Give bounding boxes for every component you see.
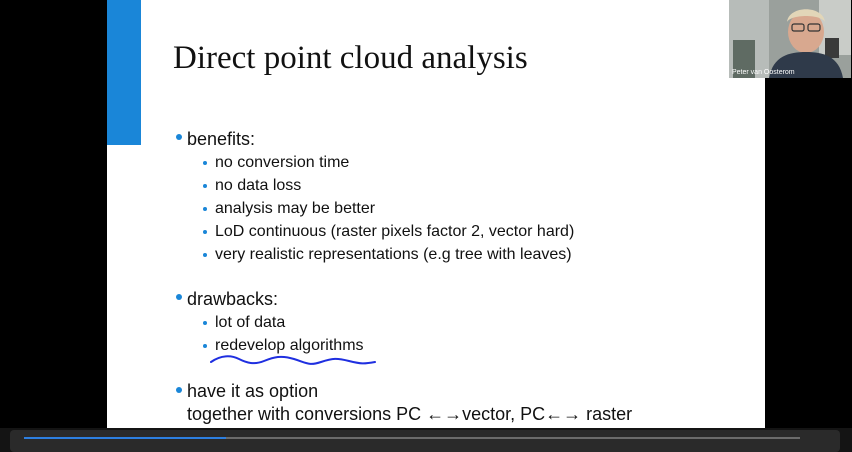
slide-accent-bar (107, 0, 141, 145)
playback-progress-track[interactable] (24, 437, 800, 439)
section-benefits-label: benefits: (187, 129, 256, 149)
benefit-item: no data loss (215, 177, 302, 194)
playback-progress-fill (24, 437, 226, 439)
sub-bullet-dot (203, 184, 207, 188)
bullet-dot (176, 134, 182, 140)
slide-title: Direct point cloud analysis (173, 40, 528, 76)
presentation-slide: Direct point cloud analysis benefits: no… (107, 0, 765, 428)
pen-annotation-underline (210, 355, 376, 365)
sub-bullet-dot (203, 207, 207, 211)
section-option-label: have it as option (187, 381, 319, 401)
bullet-dot (176, 294, 182, 300)
benefit-item: analysis may be better (215, 200, 376, 217)
benefit-item: LoD continuous (raster pixels factor 2, … (215, 223, 575, 240)
sub-bullet-dot (203, 230, 207, 234)
participant-video-image (729, 0, 851, 78)
sub-bullet-dot (203, 161, 207, 165)
benefit-item: no conversion time (215, 154, 350, 171)
playback-control-bar (10, 430, 840, 452)
sub-bullet-dot (203, 321, 207, 325)
section-drawbacks-label: drawbacks: (187, 289, 279, 309)
section-option-continuation: together with conversions PC ←→vector, P… (187, 404, 633, 424)
benefit-item: very realistic representations (e.g tree… (215, 246, 572, 263)
sub-bullet-dot (203, 344, 207, 348)
bullet-dot (176, 387, 182, 393)
participant-video-tile[interactable]: Peter van Oosterom (729, 0, 851, 78)
playback-controls (0, 428, 852, 452)
drawback-item: lot of data (215, 314, 286, 331)
participant-name: Peter van Oosterom (732, 69, 795, 76)
sub-bullet-dot (203, 253, 207, 257)
